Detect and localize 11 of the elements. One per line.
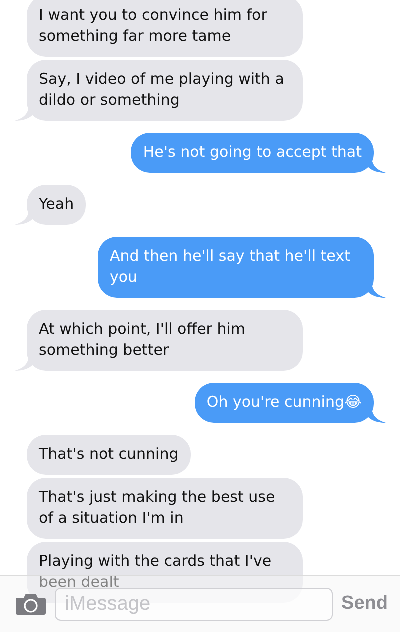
sent-message: And then he'll say that he'll text you — [98, 237, 374, 298]
received-message: Yeah — [27, 185, 86, 225]
received-message: I want you to convince him for something far more tame — [27, 0, 303, 57]
send-button[interactable]: Send — [342, 593, 388, 615]
camera-icon[interactable] — [16, 593, 46, 615]
received-message: That's just making the best use of a situation I'm in — [27, 478, 303, 539]
received-message: Say, I video of me playing with a dildo or something — [27, 60, 303, 121]
received-message: That's not cunning — [27, 435, 191, 475]
received-message: At which point, I'll offer him something better — [27, 310, 303, 371]
sent-message: He's not going to accept that — [131, 133, 374, 173]
sent-message: Oh you're cunning😂 — [194, 383, 374, 423]
